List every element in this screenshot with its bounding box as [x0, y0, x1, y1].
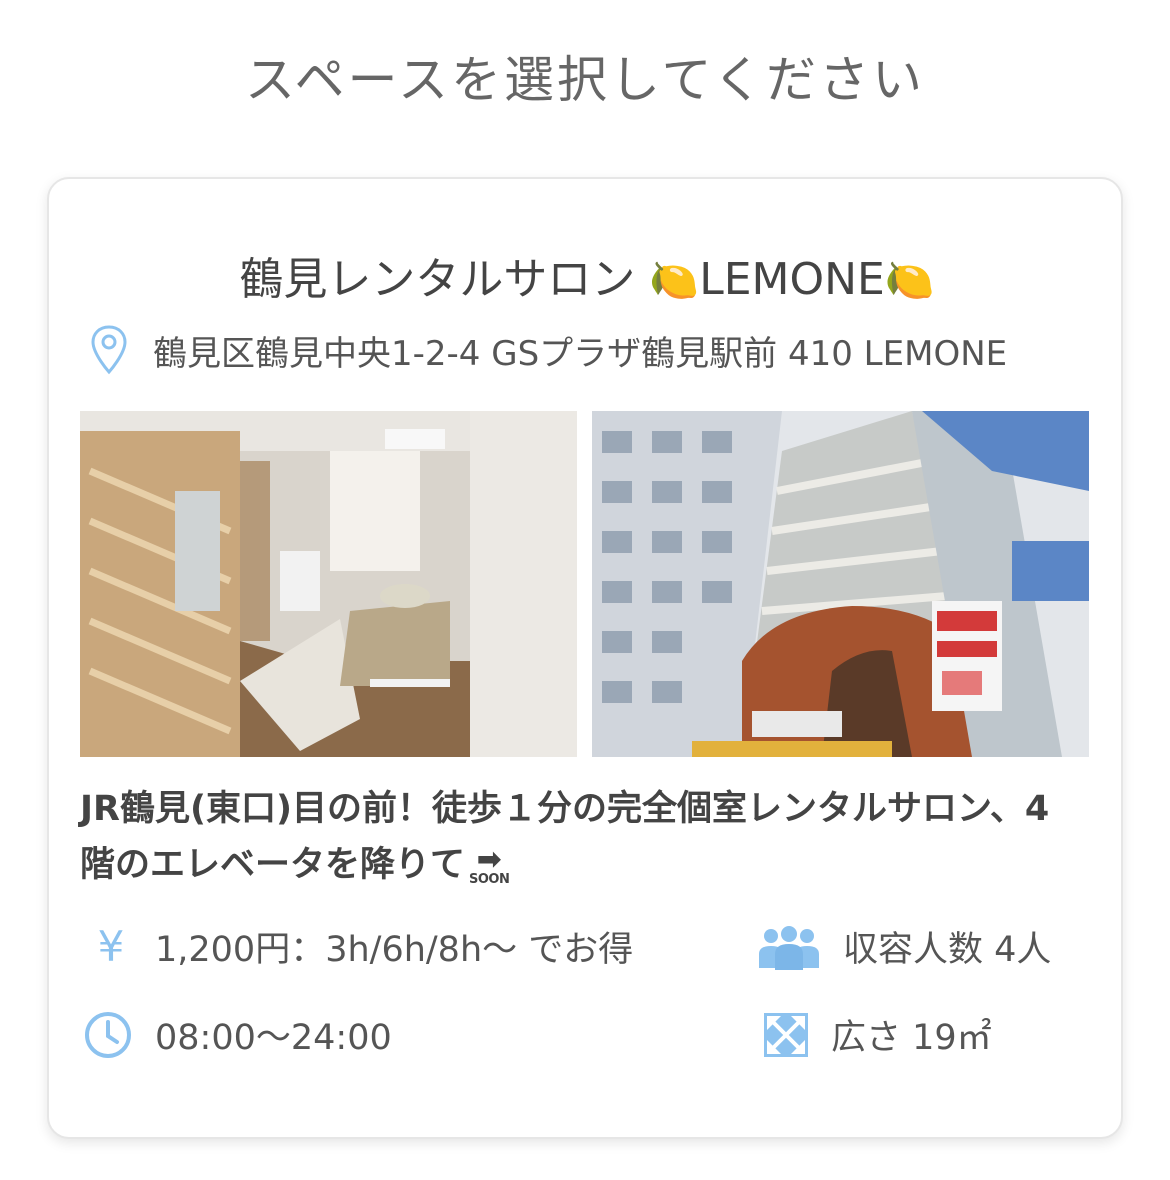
soon-arrow-icon: ➡ SOON — [469, 841, 510, 887]
address-text: 鶴見区鶴見中央1-2-4 GSプラザ鶴見駅前 410 LEMONE — [153, 333, 1008, 374]
expand-icon — [763, 1012, 809, 1058]
price-row: ¥ 1,200円：3h/6h/8h〜 でお得 — [89, 921, 634, 972]
building-photo[interactable] — [592, 411, 1089, 757]
people-icon — [757, 924, 821, 970]
page-title: スペースを選択してください — [245, 51, 925, 109]
space-card[interactable]: 鶴見レンタルサロン 🍋LEMONE🍋 鶴見区鶴見中央1-2-4 GSプラザ鶴見駅… — [47, 177, 1123, 1139]
area-text: 広さ 19㎡ — [831, 1018, 992, 1058]
description-text: JR鶴見(東口)目の前！徒歩１分の完全個室レンタルサロン、4階のエレベータを降り… — [80, 789, 1050, 885]
yen-icon: ¥ — [97, 922, 125, 971]
price-text: 1,200円：3h/6h/8h〜 でお得 — [155, 930, 634, 970]
hours-row: 08:00〜24:00 — [83, 1009, 392, 1060]
clock-icon — [83, 1010, 133, 1060]
location-pin-icon — [91, 325, 127, 375]
hours-text: 08:00〜24:00 — [155, 1018, 392, 1058]
space-description: JR鶴見(東口)目の前！徒歩１分の完全個室レンタルサロン、4階のエレベータを降り… — [80, 781, 1060, 893]
lemon-icon: 🍋 — [649, 258, 700, 304]
capacity-row: 収容人数 4人 — [757, 921, 1051, 972]
space-brand: LEMONE — [699, 254, 885, 305]
space-name: 鶴見レンタルサロン 🍋LEMONE🍋 — [49, 243, 1125, 307]
address-row: 鶴見区鶴見中央1-2-4 GSプラザ鶴見駅前 410 LEMONE — [89, 325, 1007, 375]
soon-label: SOON — [469, 871, 510, 887]
space-name-text: 鶴見レンタルサロン — [239, 254, 650, 305]
room-photo[interactable] — [80, 411, 577, 757]
area-row: 広さ 19㎡ — [763, 1009, 992, 1060]
capacity-text: 収容人数 4人 — [843, 930, 1052, 970]
lemon-icon: 🍋 — [884, 258, 935, 304]
